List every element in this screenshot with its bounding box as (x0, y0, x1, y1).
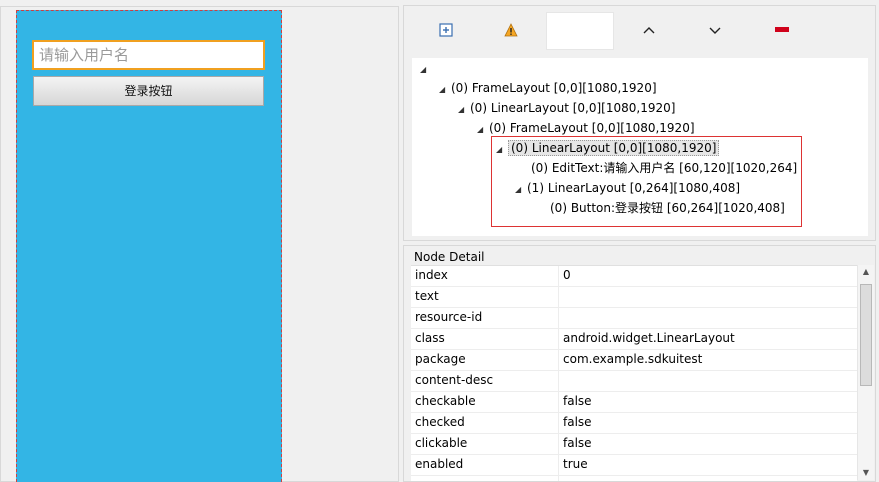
table-row[interactable]: resource-id (411, 308, 857, 329)
move-up-button[interactable] (631, 12, 667, 48)
selection-highlight (491, 136, 802, 227)
hierarchy-tree[interactable]: ◢ ◢ (0) FrameLayout [0,0][1080,1920] ◢ (0)… (412, 58, 868, 236)
node-detail-table: index 0 text resource-id class android.wid… (411, 265, 857, 481)
username-edittext[interactable]: 请输入用户名 (32, 40, 265, 70)
collapse-triangle-icon[interactable]: ◢ (420, 62, 432, 78)
table-row[interactable]: content-desc (411, 371, 857, 392)
warning-button[interactable] (493, 12, 529, 48)
collapse-triangle-icon[interactable]: ◢ (458, 102, 470, 118)
collapse-triangle-icon[interactable]: ◢ (477, 122, 489, 138)
node-detail-title: Node Detail (414, 250, 485, 264)
table-row[interactable]: clickable false (411, 434, 857, 455)
up-icon (643, 27, 655, 34)
table-row[interactable]: class android.widget.LinearLayout (411, 329, 857, 350)
scrollbar-thumb[interactable] (860, 284, 872, 386)
hierarchy-panel: ◢ ◢ (0) FrameLayout [0,0][1080,1920] ◢ (0)… (403, 5, 876, 241)
tree-node[interactable]: ◢ (0) FrameLayout [0,0][1080,1920] (439, 80, 657, 98)
login-button[interactable]: 登录按钮 (33, 76, 264, 106)
table-row[interactable]: index 0 (411, 266, 857, 287)
warning-icon (504, 23, 518, 37)
node-detail-panel: Node Detail index 0 text resource-id clas… (403, 245, 876, 482)
down-icon (709, 27, 721, 34)
table-row[interactable]: checkable false (411, 392, 857, 413)
tree-node-root[interactable]: ◢ (420, 60, 432, 78)
expand-all-icon (439, 23, 453, 37)
remove-button[interactable] (764, 12, 800, 48)
collapse-triangle-icon[interactable]: ◢ (439, 82, 451, 98)
scroll-up-arrow-icon[interactable]: ▲ (858, 265, 874, 279)
table-row[interactable]: enabled true (411, 455, 857, 476)
move-down-button[interactable] (697, 12, 733, 48)
remove-icon (775, 27, 789, 32)
scroll-down-arrow-icon[interactable]: ▼ (858, 466, 874, 480)
expand-all-button[interactable] (428, 12, 464, 48)
table-row[interactable]: checked false (411, 413, 857, 434)
table-row[interactable]: package com.example.sdkuitest (411, 350, 857, 371)
vertical-scrollbar[interactable]: ▲ ▼ (857, 265, 874, 480)
toolbar (404, 6, 875, 54)
tree-node[interactable]: ◢ (0) LinearLayout [0,0][1080,1920] (458, 100, 675, 118)
table-row[interactable]: text (411, 287, 857, 308)
search-field[interactable] (546, 12, 614, 50)
